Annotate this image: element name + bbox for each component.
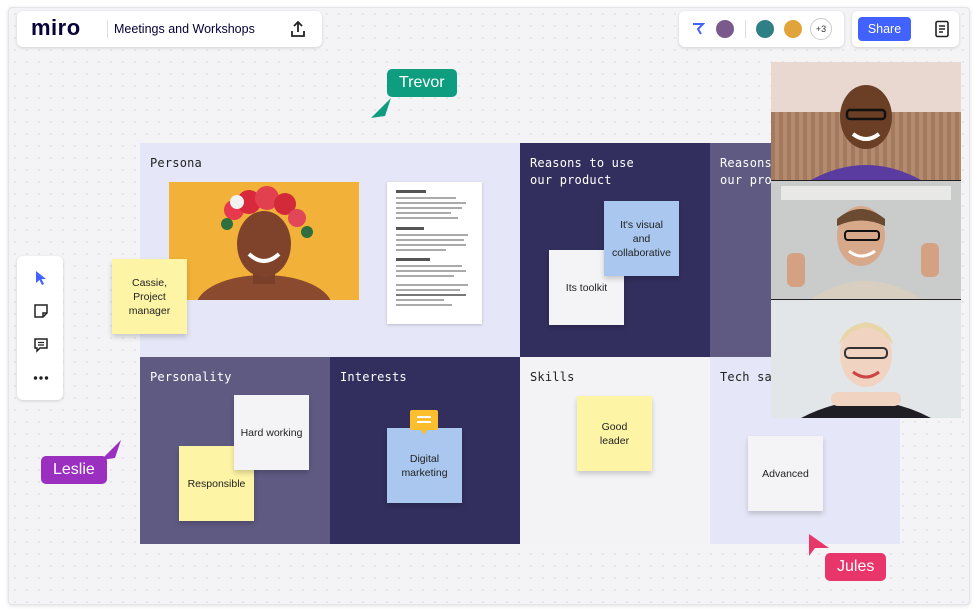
notes-icon[interactable] [934,20,950,43]
miro-logo[interactable]: miro [31,15,81,41]
cursor-label-trevor: Trevor [387,69,457,97]
cell-title: Persona [150,156,202,170]
header-share-panel: Share [852,11,959,47]
cursor-arrow-trevor [371,98,393,125]
cell-title: Skills [530,370,575,384]
export-icon[interactable] [290,20,306,43]
sticky-digital-marketing[interactable]: Digital marketing [387,428,462,503]
avatar-divider [745,20,746,38]
avatar[interactable] [754,18,776,40]
comment-tool-icon[interactable] [31,335,51,355]
select-tool-icon[interactable] [31,268,51,288]
board-canvas[interactable]: miro Meetings and Workshops +3 Share Per… [8,7,970,605]
header-left-panel: miro Meetings and Workshops [17,11,322,47]
sticky-visual-collaborative[interactable]: It's visual and collaborative [604,201,679,276]
sticky-advanced[interactable]: Advanced [748,436,823,511]
header-collaborators-panel: +3 [679,11,844,47]
video-tile[interactable] [771,62,961,180]
miro-cursor-icon[interactable] [691,22,706,41]
board-title[interactable]: Meetings and Workshops [114,22,255,36]
left-toolbar [17,256,63,400]
persona-photo[interactable] [169,182,359,300]
avatar[interactable] [782,18,804,40]
share-button[interactable]: Share [858,17,911,41]
cell-title: Reasons to use our product [530,156,634,187]
sticky-note-tool-icon[interactable] [31,301,51,321]
cell-title: Personality [150,370,232,384]
sticky-good-leader[interactable]: Good leader [577,396,652,471]
video-call-panel[interactable] [771,62,961,418]
sticky-persona-name[interactable]: Cassie, Project manager [112,259,187,334]
collaborator-overflow-badge[interactable]: +3 [810,18,832,40]
cell-title: Interests [340,370,407,384]
research-document[interactable] [387,182,482,324]
video-tile[interactable] [771,300,961,418]
avatar[interactable] [714,18,736,40]
sticky-hard-working[interactable]: Hard working [234,395,309,470]
comment-bubble-icon[interactable] [409,408,439,435]
more-tools-icon[interactable] [31,368,51,388]
header-divider [107,20,108,38]
cursor-label-leslie: Leslie [41,456,107,484]
video-tile[interactable] [771,181,961,299]
cursor-label-jules: Jules [825,553,887,581]
